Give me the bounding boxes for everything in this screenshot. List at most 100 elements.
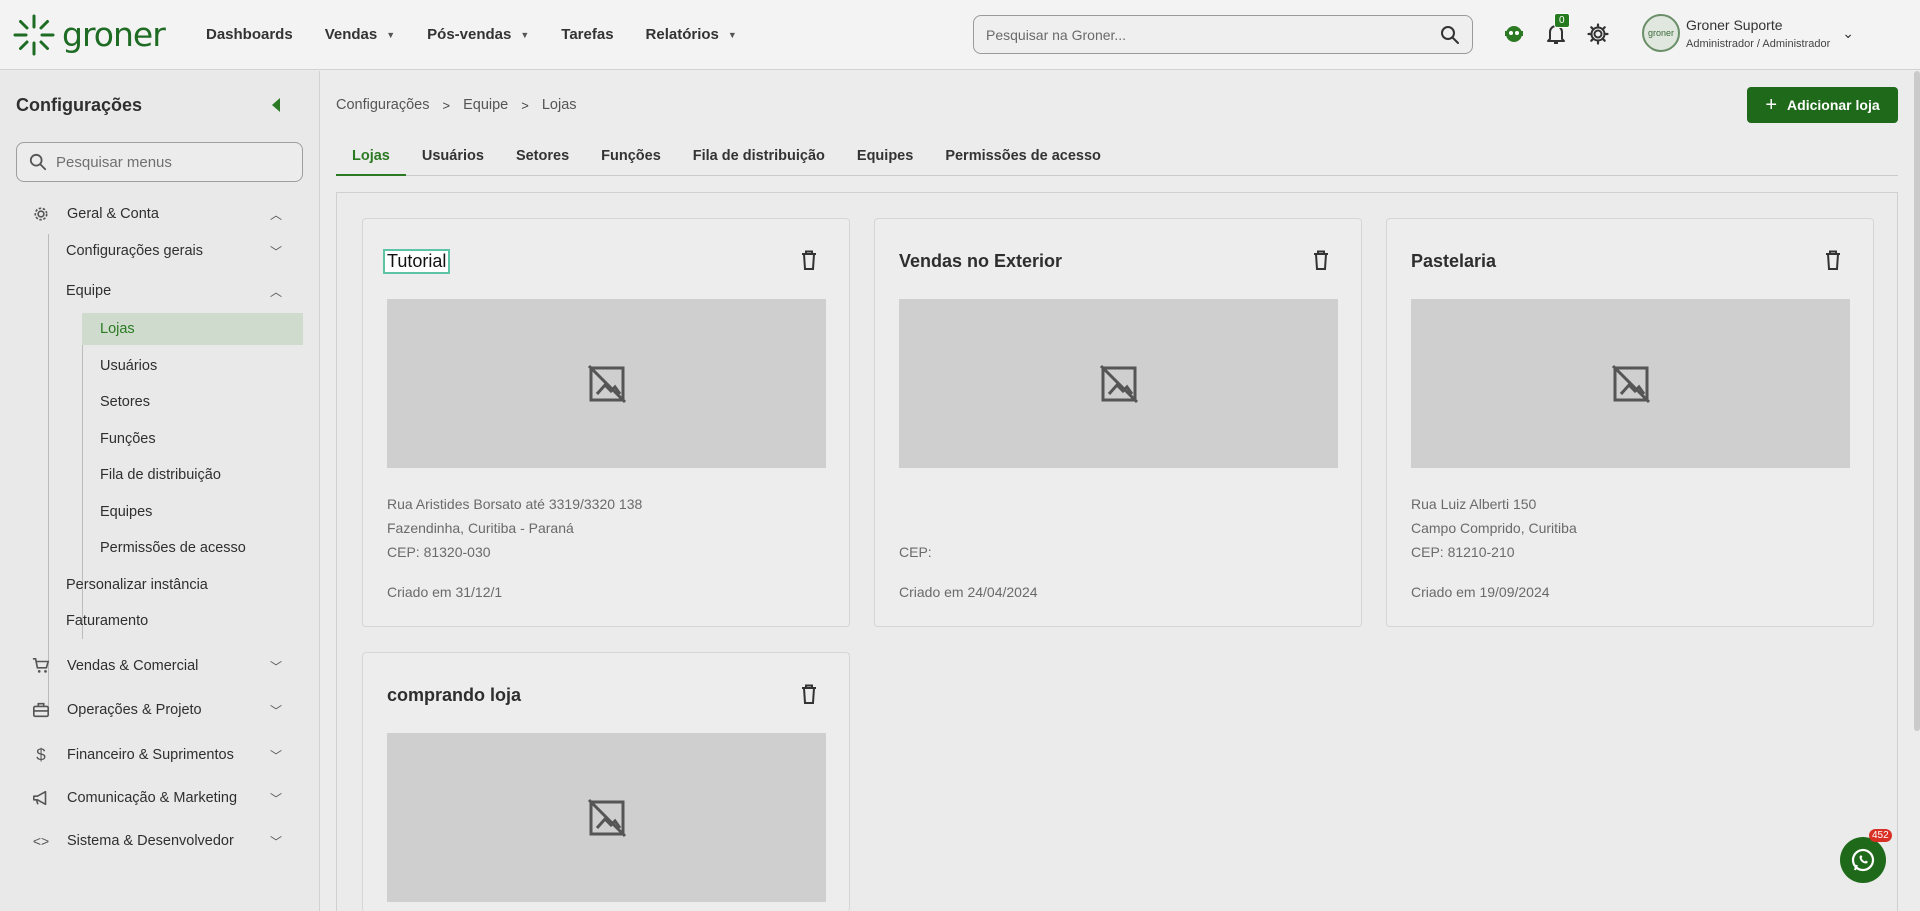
gear-icon xyxy=(34,207,48,221)
store-created: Criado em 31/12/1 xyxy=(387,584,503,600)
sidebar-item-equipe[interactable]: Equipe ︿ xyxy=(66,283,287,299)
user-menu[interactable]: groner Groner Suporte Administrador / Ad… xyxy=(1642,14,1854,52)
store-image-placeholder xyxy=(387,733,826,902)
sidebar-item-equipes[interactable]: Equipes xyxy=(100,504,152,520)
trash-icon[interactable] xyxy=(800,249,818,271)
chevron-right-icon: > xyxy=(442,97,451,113)
sidebar-group-label: Comunicação & Marketing xyxy=(67,790,238,806)
store-card[interactable]: Pastelaria Rua Luiz Alberti 150 Campo Co… xyxy=(1386,218,1874,627)
tab-setores[interactable]: Setores xyxy=(500,144,585,176)
store-card[interactable]: Tutorial Rua Aristides Borsato até 3319/… xyxy=(362,218,850,627)
sidebar-item-personalizar[interactable]: Personalizar instância xyxy=(66,577,208,593)
nav-label: Dashboards xyxy=(206,26,293,43)
store-name: Vendas no Exterior xyxy=(899,251,1063,271)
sidebar-group-label: Vendas & Comercial xyxy=(67,658,199,674)
sidebar-group-vendas[interactable]: Vendas & Comercial ﹀ xyxy=(32,657,287,675)
nav-label: Pós-vendas xyxy=(427,26,512,43)
store-address-line1: Rua Luiz Alberti 150 xyxy=(1411,496,1537,512)
store-card[interactable]: comprando loja xyxy=(362,652,850,911)
store-cep: CEP: 81320-030 xyxy=(387,544,491,560)
image-off-icon xyxy=(587,798,626,837)
nav-pos-vendas[interactable]: Pós-vendas ▼ xyxy=(427,26,529,43)
image-off-icon xyxy=(1611,364,1650,403)
collapse-sidebar-icon[interactable] xyxy=(272,98,280,112)
add-store-button[interactable]: + Adicionar loja xyxy=(1747,87,1898,123)
chevron-up-icon: ︿ xyxy=(270,207,283,222)
sidebar-search-input[interactable] xyxy=(56,153,276,171)
page-scrollbar[interactable] xyxy=(1914,71,1920,731)
trash-icon[interactable] xyxy=(1824,249,1842,271)
notifications-button[interactable]: 0 xyxy=(1542,13,1570,51)
store-image-placeholder xyxy=(1411,299,1850,468)
sidebar-item-funcoes[interactable]: Funções xyxy=(100,431,156,447)
sidebar-group-label: Financeiro & Suprimentos xyxy=(67,747,234,763)
sidebar-group-label: Sistema & Desenvolvedor xyxy=(67,833,234,849)
trash-icon[interactable] xyxy=(1312,249,1330,271)
whatsapp-chat-button[interactable] xyxy=(1840,837,1886,883)
sidebar-item-label: Equipes xyxy=(100,504,153,520)
tab-permissoes[interactable]: Permissões de acesso xyxy=(929,144,1117,176)
sidebar-item-lojas[interactable]: Lojas xyxy=(100,321,135,337)
sidebar-group-operacoes[interactable]: Operações & Projeto ﹀ xyxy=(32,701,287,719)
chevron-up-icon: ︿ xyxy=(270,284,283,299)
sidebar-item-fila[interactable]: Fila de distribuição xyxy=(100,467,221,483)
store-name: comprando loja xyxy=(387,685,522,705)
sidebar-item-setores[interactable]: Setores xyxy=(100,394,150,410)
sidebar-item-faturamento[interactable]: Faturamento xyxy=(66,613,148,629)
sidebar-item-label: Configurações gerais xyxy=(66,243,204,259)
logo[interactable]: groner xyxy=(12,13,172,57)
sidebar-item-permissoes[interactable]: Permissões de acesso xyxy=(100,540,246,556)
sidebar-group-financeiro[interactable]: $ Financeiro & Suprimentos ﹀ xyxy=(32,745,287,765)
tab-equipes[interactable]: Equipes xyxy=(841,144,929,176)
main-nav: Dashboards Vendas ▼ Pós-vendas ▼ Tarefas R… xyxy=(206,26,769,43)
image-off-icon xyxy=(587,364,626,403)
gear-icon xyxy=(1587,23,1609,45)
store-card[interactable]: Vendas no Exterior CEP: Criado em 24/04/… xyxy=(874,218,1362,627)
top-bar: groner Dashboards Vendas ▼ Pós-vendas ▼ Ta… xyxy=(0,0,1920,70)
settings-button[interactable] xyxy=(1584,17,1612,51)
store-created: Criado em 24/04/2024 xyxy=(899,584,1038,600)
whatsapp-icon xyxy=(1851,848,1875,872)
trash-icon[interactable] xyxy=(800,683,818,705)
nav-relatorios[interactable]: Relatórios ▼ xyxy=(646,26,737,43)
assistant-button[interactable] xyxy=(1500,17,1528,51)
search-icon[interactable] xyxy=(1440,25,1460,45)
chevron-down-icon: ﹀ xyxy=(270,791,283,806)
sidebar-group-geral[interactable]: Geral & Conta ︿ xyxy=(32,205,287,223)
image-off-icon xyxy=(1099,364,1138,403)
sidebar-item-label: Lojas xyxy=(100,321,135,337)
sidebar-item-label: Usuários xyxy=(100,358,158,374)
nav-label: Relatórios xyxy=(645,26,719,43)
nav-dashboards[interactable]: Dashboards xyxy=(206,26,293,43)
groner-logo-icon xyxy=(13,14,55,55)
store-address-line2: Campo Comprido, Curitiba xyxy=(1411,520,1577,536)
cart-icon xyxy=(32,657,50,673)
nav-vendas[interactable]: Vendas ▼ xyxy=(325,26,395,43)
add-store-label: Adicionar loja xyxy=(1787,97,1880,113)
chevron-down-icon: ﹀ xyxy=(270,834,283,849)
sidebar-search xyxy=(16,142,303,182)
breadcrumb-item[interactable]: Equipe xyxy=(463,97,508,113)
store-cep: CEP: 81210-210 xyxy=(1411,544,1515,560)
nav-label: Tarefas xyxy=(561,26,614,43)
nav-tarefas[interactable]: Tarefas xyxy=(561,26,613,43)
user-info: Groner Suporte Administrador / Administr… xyxy=(1686,17,1830,50)
breadcrumb-item[interactable]: Configurações xyxy=(336,97,430,113)
store-name: Tutorial xyxy=(382,249,451,274)
global-search xyxy=(973,15,1473,54)
top-actions: 0 xyxy=(1500,13,1626,51)
tab-usuarios[interactable]: Usuários xyxy=(406,144,500,176)
tab-funcoes[interactable]: Funções xyxy=(585,144,677,176)
chevron-down-icon: ﹀ xyxy=(270,703,283,718)
tab-lojas[interactable]: Lojas xyxy=(336,144,406,176)
search-icon xyxy=(29,153,47,171)
sidebar-group-sistema[interactable]: <> Sistema & Desenvolvedor ﹀ xyxy=(32,833,287,849)
sidebar-item-config-gerais[interactable]: Configurações gerais ﹀ xyxy=(66,243,287,259)
store-name: Pastelaria xyxy=(1411,251,1497,271)
sidebar-item-label: Setores xyxy=(100,394,150,410)
tab-fila[interactable]: Fila de distribuição xyxy=(677,144,841,176)
global-search-input[interactable] xyxy=(986,26,1440,43)
sidebar-group-comunicacao[interactable]: Comunicação & Marketing ﹀ xyxy=(32,789,287,807)
sidebar-item-usuarios[interactable]: Usuários xyxy=(100,358,157,374)
chevron-right-icon: > xyxy=(521,97,529,113)
